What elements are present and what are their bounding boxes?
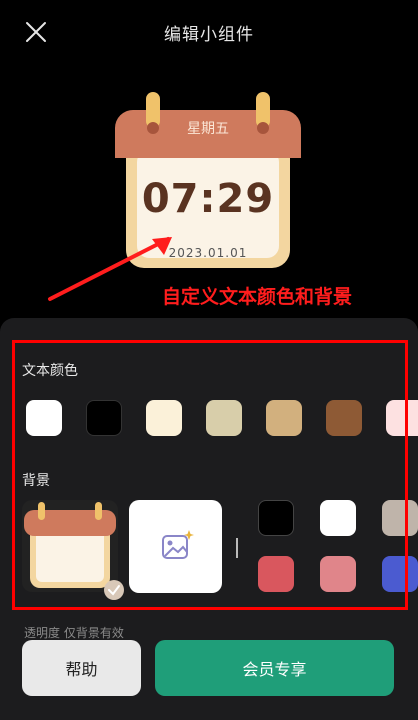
annotation-text: 自定义文本颜色和背景 (162, 286, 353, 308)
vip-button-label: 会员专享 (242, 660, 307, 679)
help-button[interactable]: 帮助 (22, 640, 141, 696)
help-button-label: 帮助 (65, 660, 98, 679)
opacity-label: 透明度 仅背景有效 (24, 626, 124, 640)
time-text: 07:29 (141, 176, 275, 222)
vip-button[interactable]: 会员专享 (155, 640, 394, 696)
annotation-highlight-box (12, 340, 408, 610)
page-title: 编辑小组件 (164, 25, 254, 45)
weekday-text: 星期五 (187, 121, 229, 137)
